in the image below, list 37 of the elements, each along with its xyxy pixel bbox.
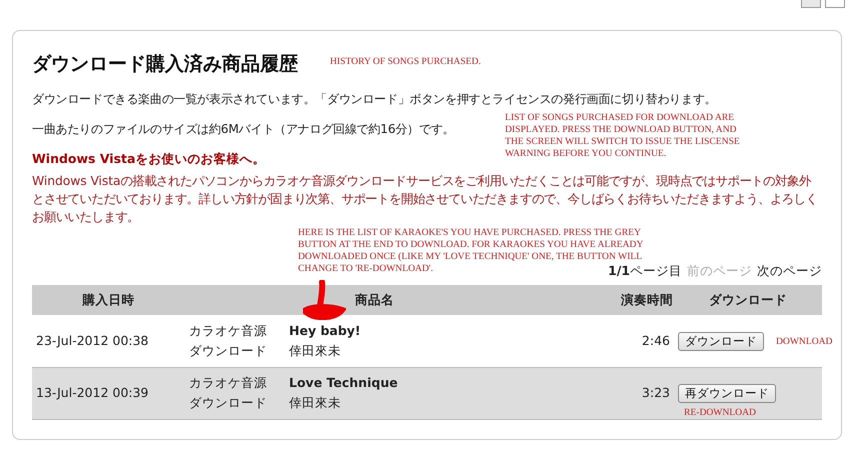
download-button[interactable]: ダウンロード bbox=[678, 332, 764, 351]
duration: 2:46 bbox=[642, 332, 670, 348]
download-button[interactable]: 再ダウンロード bbox=[678, 384, 776, 403]
notice-text: Windows Vistaの搭載されたパソコンからカラオケ音源ダウンロードサービスをご利用いただくことは可能ですが、現時点ではサポートの対象外とさせていただいております。詳しい方針が固まり次第、サポートを開始させていただきますので、今しばらくお待ちいただきますよう、よろしくお願いいたします。 bbox=[32, 172, 818, 226]
song-title: Love Technique bbox=[289, 374, 399, 392]
intro-text: 一曲あたりのファイルのサイズは約6Mバイト（アナログ回線で約16分）です。 bbox=[32, 121, 454, 138]
purchase-date: 13-Jul-2012 00:39 bbox=[36, 385, 149, 400]
annotation-note: CHANGE TO 'RE-DOWNLOAD'. bbox=[298, 263, 434, 275]
page-link[interactable]: 次のページ bbox=[757, 263, 822, 280]
annotation-note: RE-DOWNLOAD bbox=[684, 407, 756, 419]
artist-name: 倖田來未 bbox=[289, 342, 342, 360]
purchase-date: 23-Jul-2012 00:38 bbox=[36, 332, 149, 348]
item-type: カラオケ音源 bbox=[189, 322, 268, 340]
column-header: 購入日時 bbox=[32, 285, 185, 315]
artist-name: 倖田來未 bbox=[289, 394, 342, 412]
annotation-note: DISPLAYED. PRESS THE DOWNLOAD BUTTON, AND bbox=[505, 124, 736, 136]
annotation-note: THE SCREEN WILL SWITCH TO ISSUE THE LISCENSE bbox=[505, 136, 740, 148]
column-header: 商品名 bbox=[355, 292, 394, 306]
annotation-note: LIST OF SONGS PURCHASED FOR DOWNLOAD ARE bbox=[505, 112, 734, 124]
intro-text: ダウンロードできる楽曲の一覧が表示されています。「ダウンロード」ボタンを押すとライセンスの発行画面に切り替わります。 bbox=[32, 91, 716, 108]
duration: 3:23 bbox=[642, 385, 670, 400]
annotation-note: DOWNLOADED ONCE (LIKE MY 'LOVE TECHNIQUE' ONE, THE BUTTON WILL bbox=[298, 251, 642, 263]
page-indicator: 1/1ページ目 bbox=[608, 263, 682, 280]
song-title: Hey baby! bbox=[289, 322, 362, 340]
column-header: ダウンロード bbox=[674, 285, 822, 315]
notice-title: Windows Vistaをお使いのお客様へ。 bbox=[32, 151, 266, 168]
annotation-note: DOWNLOAD bbox=[776, 336, 832, 348]
arrow-mark-drawing bbox=[302, 280, 346, 320]
annotation-note: BUTTON AT THE END TO DOWNLOAD. FOR KARAOKES YOU HAVE ALREADY bbox=[298, 239, 644, 251]
annotation-note: HISTORY OF SONGS PURCHASED. bbox=[330, 56, 481, 68]
column-header: 演奏時間 bbox=[596, 285, 674, 315]
annotation-note: WARNING BEFORE YOU CONTINUE. bbox=[505, 148, 666, 160]
annotation-note: HERE IS THE LIST OF KARAOKE'S YOU HAVE PURCHASED. PRESS THE GREY bbox=[298, 227, 641, 239]
item-type: カラオケ音源 bbox=[189, 374, 268, 392]
page-title: ダウンロード購入済み商品履歴 bbox=[32, 52, 298, 77]
item-type: ダウンロード bbox=[189, 342, 268, 360]
item-type: ダウンロード bbox=[189, 394, 268, 412]
